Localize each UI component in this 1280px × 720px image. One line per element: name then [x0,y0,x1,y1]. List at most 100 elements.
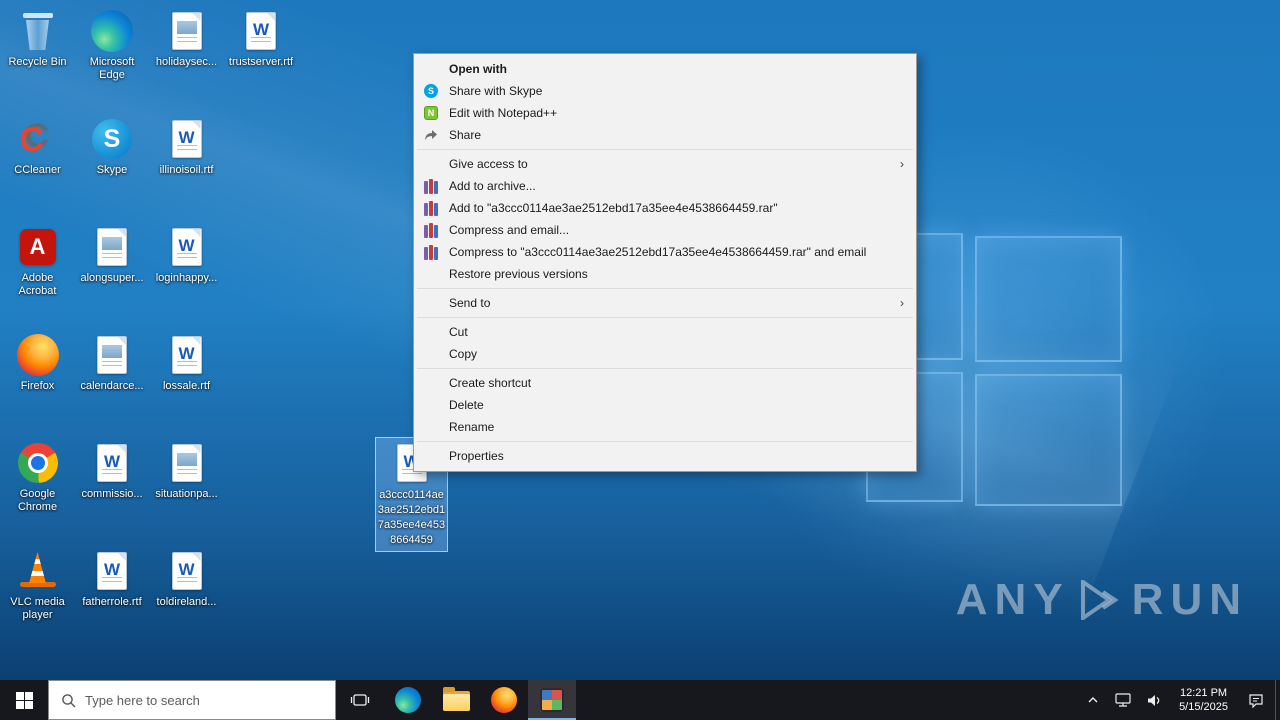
desktop-icon-lossale[interactable]: Wlossale.rtf [150,332,223,393]
menu-item-label: Send to [449,296,491,310]
tray-network-button[interactable] [1107,680,1139,720]
action-center-button[interactable] [1237,680,1275,720]
windows-logo-pane [975,236,1122,362]
menu-item-label: Restore previous versions [449,267,588,281]
desktop-icon-label: fatherrole.rtf [82,596,142,608]
menu-item-compress-to-a3ccc0114ae3ae2512ebd17a35ee4e[interactable]: Compress to "a3ccc0114ae3ae2512ebd17a35e… [416,241,914,263]
menu-item-share[interactable]: Share [416,124,914,146]
desktop-icon-commissio[interactable]: Wcommissio... [76,440,149,501]
tray-volume-button[interactable] [1139,680,1170,720]
desktop-icon-skype[interactable]: S Skype [76,116,149,177]
taskbar-file-explorer-button[interactable] [432,680,480,720]
menu-item-add-to-a3ccc0114ae3ae2512ebd17a35ee4e45386[interactable]: Add to "a3ccc0114ae3ae2512ebd17a35ee4e45… [416,197,914,219]
menu-item-label: Compress to "a3ccc0114ae3ae2512ebd17a35e… [449,245,867,259]
menu-item-create-shortcut[interactable]: Create shortcut [416,372,914,394]
fatherrole-icon: W [89,548,135,594]
desktop-icon-microsoft-edge[interactable]: Microsoft Edge [76,8,149,82]
desktop-icon-holidaysec[interactable]: holidaysec... [150,8,223,69]
menu-item-label: Properties [449,449,504,463]
context-menu: Open with S Share with Skype N Edit with Not… [413,53,917,472]
desktop-icon-label: lossale.rtf [162,380,211,392]
desktop-icon-trustserver[interactable]: Wtrustserver.rtf [225,8,298,69]
windows-logo-pane [975,374,1122,506]
taskbar: Type here to search 12:21 PM 5/15/2025 [0,680,1280,720]
menu-item-label: Share [449,128,482,142]
desktop-icon-toldireland[interactable]: Wtoldireland... [150,548,223,609]
menu-item-cut[interactable]: Cut [416,321,914,343]
holidaysec-icon [164,8,210,54]
menu-separator [417,441,913,442]
desktop-icon-label: situationpa... [155,488,218,500]
toldireland-icon: W [164,548,210,594]
lossale-icon: W [164,332,210,378]
tray-chevron-up-button[interactable] [1079,680,1107,720]
taskbar-search-input[interactable]: Type here to search [48,680,336,720]
menu-item-label: Open with [449,62,507,76]
menu-item-label: Add to "a3ccc0114ae3ae2512ebd17a35ee4e45… [449,201,778,215]
desktop-icon-recycle-bin[interactable]: Recycle Bin [1,8,74,69]
windows-logo-icon [15,691,33,709]
desktop[interactable]: Recycle Bin C C CCleaner A Adobe Acrobat Firef… [0,0,1280,680]
menu-item-delete[interactable]: Delete [416,394,914,416]
menu-item-add-to-archive[interactable]: Add to archive... [416,175,914,197]
network-icon [1115,693,1131,707]
desktop-icon-illinoisoil[interactable]: Willinoisoil.rtf [150,116,223,177]
desktop-icon-fatherrole[interactable]: Wfatherrole.rtf [76,548,149,609]
taskbar-active-app-button[interactable] [528,680,576,720]
trustserver-icon: W [238,8,284,54]
desktop-icon-alongsuper[interactable]: alongsuper... [76,224,149,285]
menu-icon-spacer [420,375,442,391]
desktop-icon-label: trustserver.rtf [228,56,294,68]
desktop-icon-google-chrome[interactable]: Google Chrome [1,440,74,514]
menu-item-compress-and-email[interactable]: Compress and email... [416,219,914,241]
menu-item-label: Compress and email... [449,223,570,237]
menu-item-copy[interactable]: Copy [416,343,914,365]
skype-icon: S [89,116,135,162]
menu-item-edit-with-notepad[interactable]: N Edit with Notepad++ [416,102,914,124]
search-placeholder: Type here to search [85,692,200,708]
menu-icon-spacer [420,324,442,340]
desktop-icon-label: Firefox [20,380,55,392]
desktop-icon-loginhappy[interactable]: Wloginhappy... [150,224,223,285]
desktop-icon-situationpa[interactable]: situationpa... [150,440,223,501]
active-app-icon [540,688,564,712]
desktop-icon-firefox[interactable]: Firefox [1,332,74,393]
menu-separator [417,317,913,318]
menu-item-label: Cut [449,325,468,339]
desktop-icon-ccleaner[interactable]: C C CCleaner [1,116,74,177]
menu-item-send-to[interactable]: Send to › [416,292,914,314]
winrar-icon [420,178,442,194]
menu-item-label: Edit with Notepad++ [449,106,558,120]
menu-item-restore-previous-versions[interactable]: Restore previous versions [416,263,914,285]
taskbar-app-icons [336,680,576,720]
menu-item-share-with-skype[interactable]: S Share with Skype [416,80,914,102]
microsoft-edge-icon [89,8,135,54]
show-desktop-button[interactable] [1275,680,1280,720]
taskbar-clock[interactable]: 12:21 PM 5/15/2025 [1170,686,1237,714]
firefox-icon [15,332,61,378]
menu-item-rename[interactable]: Rename [416,416,914,438]
task-view-button[interactable] [336,680,384,720]
menu-icon-spacer [420,448,442,464]
start-button[interactable] [0,680,48,720]
desktop-icon-adobe-acrobat[interactable]: A Adobe Acrobat [1,224,74,298]
notepadpp-icon: N [420,105,442,121]
firefox-icon [491,687,517,713]
menu-item-label: Copy [449,347,478,361]
desktop-icon-calendarce[interactable]: calendarce... [76,332,149,393]
google-chrome-icon [15,440,61,486]
taskbar-firefox-button[interactable] [480,680,528,720]
search-icon [62,693,76,707]
taskbar-edge-button[interactable] [384,680,432,720]
menu-item-open-with[interactable]: Open with [416,58,914,80]
desktop-icon-vlc-media-player[interactable]: VLC media player [1,548,74,622]
menu-icon-spacer [420,266,442,282]
menu-item-label: Rename [449,420,495,434]
menu-item-label: Add to archive... [449,179,536,193]
alongsuper-icon [89,224,135,270]
anyrun-watermark: ANY RUN [956,575,1248,625]
desktop-icon-label: Adobe Acrobat [18,272,57,297]
menu-item-give-access-to[interactable]: Give access to › [416,153,914,175]
menu-item-properties[interactable]: Properties [416,445,914,467]
action-center-icon [1249,693,1263,708]
